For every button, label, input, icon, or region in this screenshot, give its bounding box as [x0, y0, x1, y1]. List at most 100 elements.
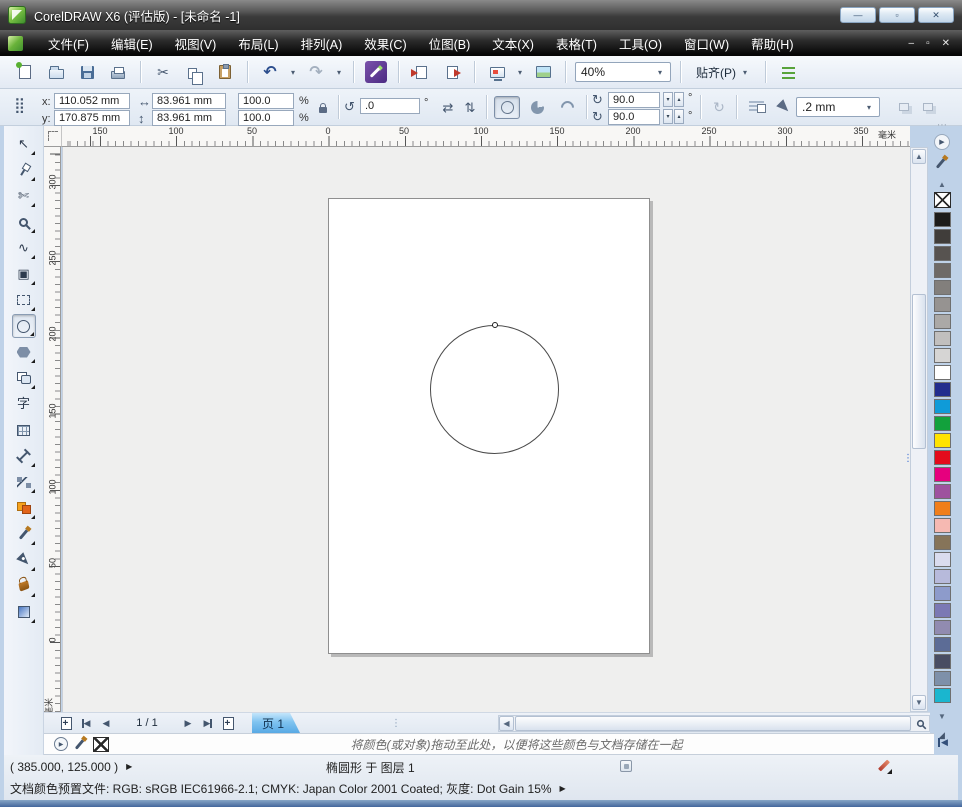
palette-swatch[interactable]	[934, 484, 951, 499]
minimize-button[interactable]: —	[840, 7, 876, 23]
ellipse-node[interactable]	[492, 322, 498, 328]
x-position-field[interactable]: 110.052 mm	[54, 93, 130, 109]
blend-tool[interactable]	[12, 496, 36, 520]
text-tool[interactable]: 字	[12, 392, 36, 416]
document-palette-eyedropper-icon[interactable]	[74, 738, 85, 750]
mdi-restore-button[interactable]: ▫	[926, 38, 930, 49]
restore-button[interactable]: ▫	[879, 7, 915, 23]
to-back-button[interactable]	[918, 98, 938, 116]
palette-swatch[interactable]	[934, 552, 951, 567]
document-palette-flyout-button[interactable]: ▶	[54, 737, 68, 751]
palette-swatch[interactable]	[934, 331, 951, 346]
document-palette-no-color-swatch[interactable]	[93, 736, 109, 752]
menu-table[interactable]: 表格(T)	[545, 30, 608, 57]
color-eyedropper-tool[interactable]	[12, 522, 36, 546]
next-page-button[interactable]: ▶	[178, 714, 198, 732]
palette-swatch[interactable]	[934, 450, 951, 465]
palette-scroll-up[interactable]: ▲	[938, 180, 946, 189]
import-button[interactable]	[408, 59, 434, 85]
rotation-angle-field[interactable]: .0	[360, 98, 420, 114]
new-document-button[interactable]	[12, 59, 38, 85]
connector-tool[interactable]	[12, 470, 36, 494]
vertical-scroll-thumb[interactable]	[912, 294, 926, 449]
fill-tool[interactable]	[12, 574, 36, 598]
horizontal-scroll-thumb[interactable]	[514, 715, 911, 731]
zoom-level-combo[interactable]: 40% ▾	[575, 62, 671, 82]
add-page-end-button[interactable]	[218, 714, 238, 732]
smart-fill-tool[interactable]: ▣	[12, 262, 36, 286]
rectangle-tool[interactable]	[12, 288, 36, 312]
snap-to-button[interactable]: 贴齐(P) ▾	[690, 61, 756, 83]
ellipse-tool[interactable]	[11, 314, 36, 338]
object-width-field[interactable]: 83.961 mm	[152, 93, 226, 109]
docker-grip-icon[interactable]: ⋮	[903, 453, 913, 464]
arc-start-field[interactable]: 90.0	[608, 92, 660, 108]
no-color-swatch[interactable]	[934, 192, 951, 208]
polygon-tool[interactable]	[12, 340, 36, 364]
menu-file[interactable]: 文件(F)	[37, 30, 100, 57]
fill-indicator-icon[interactable]	[620, 760, 632, 772]
outline-width-combo[interactable]: .2 mm ▾	[796, 97, 880, 117]
horizontal-ruler[interactable]: 150 100 50 0 50 100 150 200 250 300 350	[62, 126, 910, 147]
color-profile-flyout-icon[interactable]: ▶	[560, 784, 566, 793]
palette-swatch[interactable]	[934, 518, 951, 533]
palette-swatch[interactable]	[934, 467, 951, 482]
add-page-start-button[interactable]	[56, 714, 76, 732]
paste-button[interactable]	[212, 59, 238, 85]
palette-swatch[interactable]	[934, 654, 951, 669]
arc-end-spinner[interactable]: ▾ ▴	[663, 109, 684, 124]
arc-mode-button[interactable]	[554, 96, 580, 119]
first-page-button[interactable]: ◀	[76, 714, 96, 732]
menu-effects[interactable]: 效果(C)	[353, 30, 417, 57]
copy-button[interactable]	[181, 59, 207, 85]
vertical-ruler[interactable]: 300 250 200 150 100 50 0	[44, 147, 61, 712]
palette-scroll-down[interactable]: ▼	[938, 712, 946, 721]
palette-swatch[interactable]	[934, 399, 951, 414]
outline-pen-tool[interactable]	[12, 548, 36, 572]
palette-swatch[interactable]	[934, 637, 951, 652]
vertical-scrollbar[interactable]: ▲ ▼	[910, 147, 928, 712]
last-page-button[interactable]: ▶	[198, 714, 218, 732]
shape-tool[interactable]	[12, 158, 36, 182]
menu-text[interactable]: 文本(X)	[481, 30, 545, 57]
object-origin-icon[interactable]: ⣿	[14, 98, 25, 113]
palette-swatch[interactable]	[934, 212, 951, 227]
undo-button[interactable]: ↶	[257, 59, 283, 85]
arc-end-field[interactable]: 90.0	[608, 109, 660, 125]
cut-button[interactable]: ✂	[150, 59, 176, 85]
ellipse-mode-button[interactable]	[494, 96, 520, 119]
ruler-origin[interactable]	[44, 126, 62, 147]
dock-collapse-button[interactable]: ◀	[938, 737, 948, 748]
outline-indicator-icon[interactable]	[876, 758, 892, 774]
search-content-button[interactable]	[363, 59, 389, 85]
palette-swatch[interactable]	[934, 535, 951, 550]
menu-tools[interactable]: 工具(O)	[608, 30, 673, 57]
options-button[interactable]	[775, 59, 801, 85]
lock-ratio-button[interactable]	[314, 99, 332, 117]
menu-window[interactable]: 窗口(W)	[673, 30, 740, 57]
palette-swatch[interactable]	[934, 688, 951, 703]
palette-swatch[interactable]	[934, 433, 951, 448]
application-launcher-button[interactable]	[484, 59, 510, 85]
palette-swatch[interactable]	[934, 365, 951, 380]
palette-swatch[interactable]	[934, 416, 951, 431]
page-tab[interactable]: 页 1	[252, 713, 300, 733]
scale-x-field[interactable]: 100.0	[238, 93, 294, 109]
y-position-field[interactable]: 170.875 mm	[54, 110, 130, 126]
mirror-horizontal-button[interactable]: ⇄	[438, 98, 458, 116]
coords-flyout-icon[interactable]: ▶	[126, 762, 132, 771]
pick-tool[interactable]: ↖	[12, 132, 36, 156]
scroll-up-button[interactable]: ▲	[912, 149, 926, 164]
ellipse-object[interactable]	[430, 325, 559, 454]
export-button[interactable]	[439, 59, 465, 85]
scroll-left-button[interactable]: ◀	[498, 715, 514, 731]
mdi-minimize-button[interactable]: –	[909, 38, 915, 49]
freehand-tool[interactable]: ∿	[12, 236, 36, 260]
print-button[interactable]	[105, 59, 131, 85]
application-launcher-dropdown[interactable]: ▾	[515, 68, 525, 77]
change-direction-button[interactable]: ↻	[708, 97, 730, 117]
palette-swatch[interactable]	[934, 314, 951, 329]
close-button[interactable]: ✕	[918, 7, 954, 23]
table-tool[interactable]	[12, 418, 36, 442]
scale-y-field[interactable]: 100.0	[238, 110, 294, 126]
